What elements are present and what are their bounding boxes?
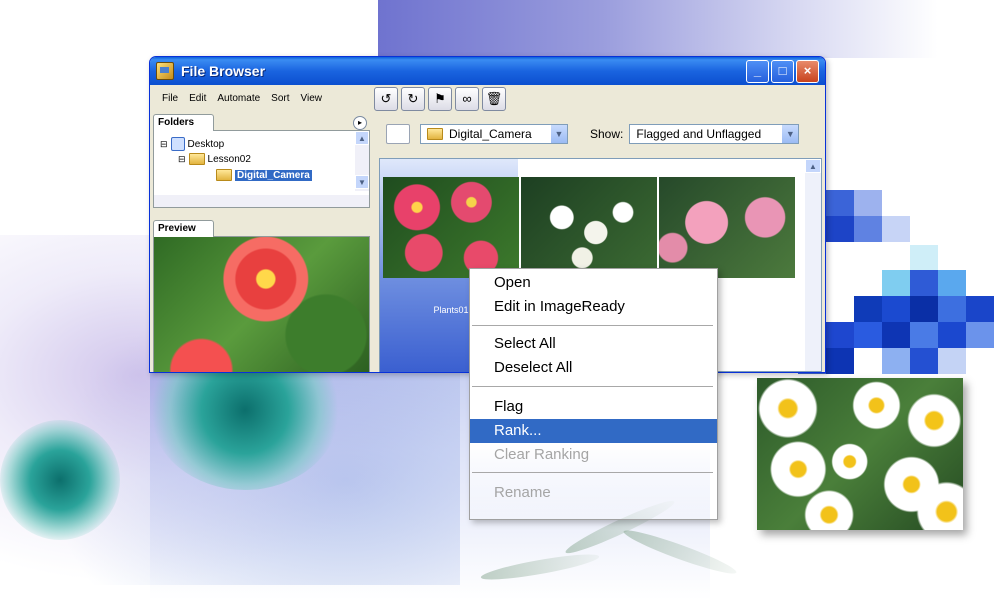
tree-item-lesson02[interactable]: ⊟ Lesson02 [178,153,251,165]
close-button[interactable]: × [796,59,819,83]
maximize-button[interactable]: □ [771,59,794,83]
panel-menu-icon[interactable]: ▸ [353,116,367,130]
binoculars-icon[interactable]: ∞ [455,87,479,111]
menu-sort[interactable]: Sort [271,93,289,104]
scroll-up-icon[interactable]: ▲ [805,159,821,173]
tree-label: Desktop [187,138,225,150]
show-label: Show: [590,127,624,141]
minimize-button[interactable]: _ [746,59,769,83]
chevron-down-icon[interactable]: ▼ [550,125,567,143]
up-folder-icon[interactable] [386,124,410,144]
menu-item-flag[interactable]: Flag [470,395,717,419]
preview-tab[interactable]: Preview [153,220,214,237]
preview-image [153,237,370,372]
menu-item-rank[interactable]: Rank... [470,419,717,443]
menu-separator [472,386,713,387]
menu-automate[interactable]: Automate [217,93,260,104]
tree-item-desktop[interactable]: ⊟ Desktop [160,137,224,151]
folder-tree: ⊟ Desktop ⊟ Lesson02 Digital_Camera ▲ ▼ [153,131,370,208]
menu-file[interactable]: File [162,93,178,104]
menu-item-open[interactable]: Open [470,271,717,295]
folder-icon [216,169,232,181]
folder-dropdown-value: Digital_Camera [449,127,532,141]
menu-separator [472,325,713,326]
tree-label-selected: Digital_Camera [235,169,312,181]
collapse-icon[interactable]: ⊟ [160,139,168,150]
decorative-teal-flower [0,420,120,540]
menu-item-rename: Rename [494,484,551,501]
menu-item-select-all[interactable]: Select All [470,332,717,356]
show-filter-value: Flagged and Unflagged [636,127,762,141]
menu-item-clear-ranking: Clear Ranking [494,446,590,463]
daisies-photo [757,378,963,530]
thumbnail-scrollbar[interactable]: ▲ [805,159,821,371]
title-bar[interactable]: File Browser _ □ × [150,57,825,85]
menu-separator [472,472,713,473]
tree-scrollbar[interactable]: ▲ ▼ [355,131,369,191]
thumbnail-plants01[interactable] [383,177,519,278]
trash-icon[interactable]: 🗑 [482,87,506,111]
collapse-icon[interactable]: ⊟ [178,154,186,165]
tree-item-digital-camera[interactable]: Digital_Camera [216,169,312,181]
left-pane: Folders ▸ ⊟ Desktop ⊟ Lesson02 Digital_C… [153,114,370,372]
tree-label: Lesson02 [207,153,251,165]
thumbnail-plants02[interactable] [521,177,657,278]
folder-dropdown[interactable]: Digital_Camera ▼ [420,124,568,144]
decorative-top-band [378,0,938,58]
thumbnail-plants03[interactable] [659,177,795,278]
rotate-cw-icon[interactable]: ↻ [401,87,425,111]
menu-bar: File Edit Automate Sort View [150,86,380,110]
menu-view[interactable]: View [301,93,323,104]
tree-hscrollbar[interactable] [154,195,369,207]
rotate-ccw-icon[interactable]: ↺ [374,87,398,111]
chevron-down-icon[interactable]: ▼ [781,125,799,143]
menu-edit[interactable]: Edit [189,93,206,104]
location-bar: Digital_Camera ▼ Show: Flagged and Unfla… [376,114,822,154]
scroll-down-icon[interactable]: ▼ [355,175,369,189]
folders-tab[interactable]: Folders [153,114,214,131]
context-menu: Open Edit in ImageReady Select All Desel… [469,268,718,520]
folder-icon [427,128,443,140]
flag-icon[interactable]: ⚑ [428,87,452,111]
app-icon [156,62,174,80]
show-filter-dropdown[interactable]: Flagged and Unflagged ▼ [629,124,800,144]
desktop-icon [170,137,185,151]
menu-item-edit-in-imageready[interactable]: Edit in ImageReady [470,295,717,319]
window-title: File Browser [181,63,266,79]
folder-icon [188,153,205,165]
toolbar: ↺ ↻ ⚑ ∞ 🗑 [374,86,506,112]
menu-item-deselect-all[interactable]: Deselect All [470,356,717,380]
scroll-up-icon[interactable]: ▲ [355,131,369,145]
